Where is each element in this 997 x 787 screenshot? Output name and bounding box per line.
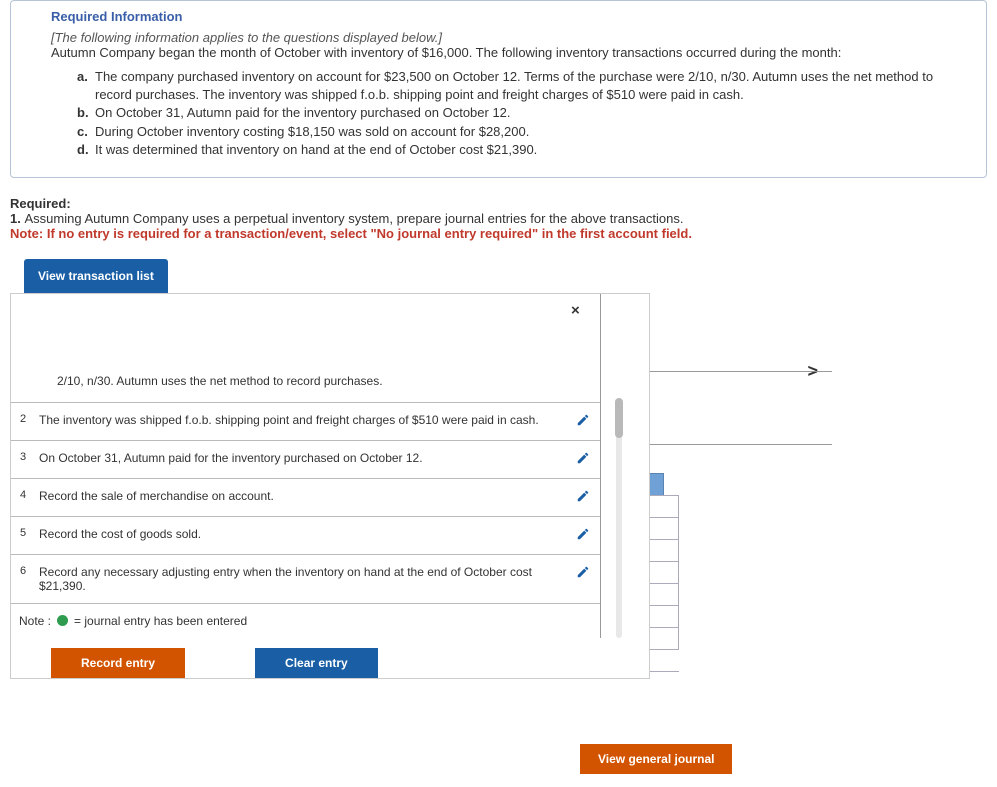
row-number: 2 bbox=[11, 403, 35, 440]
required-info-heading: Required Information bbox=[51, 9, 968, 24]
intro-plain: Autumn Company began the month of Octobe… bbox=[51, 45, 968, 60]
pencil-icon bbox=[576, 565, 590, 579]
row-text: Record any necessary adjusting entry whe… bbox=[35, 555, 566, 603]
list-item[interactable]: 4 Record the sale of merchandise on acco… bbox=[11, 478, 600, 516]
intro-italic: [The following information applies to th… bbox=[51, 30, 968, 45]
list-item[interactable]: 2/10, n/30. Autumn uses the net method t… bbox=[11, 294, 600, 402]
info-item-a: a.The company purchased inventory on acc… bbox=[77, 68, 968, 104]
info-item-b: b.On October 31, Autumn paid for the inv… bbox=[77, 104, 968, 122]
required-line: 1. Assuming Autumn Company uses a perpet… bbox=[10, 211, 987, 226]
required-block: Required: 1. Assuming Autumn Company use… bbox=[10, 196, 987, 241]
row-number: 5 bbox=[11, 517, 35, 554]
edit-button[interactable] bbox=[566, 403, 600, 440]
list-item[interactable]: 3 On October 31, Autumn paid for the inv… bbox=[11, 440, 600, 478]
edit-button[interactable] bbox=[566, 441, 600, 478]
row-text: Record the cost of goods sold. bbox=[35, 517, 566, 554]
note-text: = journal entry has been entered bbox=[74, 614, 247, 628]
pencil-icon bbox=[576, 451, 590, 465]
row-number: 3 bbox=[11, 441, 35, 478]
info-item-d: d.It was determined that inventory on ha… bbox=[77, 141, 968, 159]
row-text: On October 31, Autumn paid for the inven… bbox=[35, 441, 566, 478]
entered-dot-icon bbox=[57, 615, 68, 626]
record-entry-button[interactable]: Record entry bbox=[51, 648, 185, 678]
note-row: Note : = journal entry has been entered bbox=[11, 603, 600, 638]
required-note: Note: If no entry is required for a tran… bbox=[10, 226, 987, 241]
pencil-icon bbox=[576, 489, 590, 503]
info-box: Required Information [The following info… bbox=[10, 0, 987, 178]
note-label: Note : bbox=[19, 614, 51, 628]
row-text: Record the sale of merchandise on accoun… bbox=[35, 479, 566, 516]
required-label: Required: bbox=[10, 196, 987, 211]
row-number: 4 bbox=[11, 479, 35, 516]
clear-entry-button[interactable]: Clear entry bbox=[255, 648, 378, 678]
info-sublist: a.The company purchased inventory on acc… bbox=[77, 68, 968, 159]
view-general-journal-button[interactable]: View general journal bbox=[580, 744, 732, 774]
scrollbar-thumb[interactable] bbox=[615, 398, 623, 438]
info-item-c: c.During October inventory costing $18,1… bbox=[77, 123, 968, 141]
transaction-list-panel: × 2/10, n/30. Autumn uses the net method… bbox=[10, 293, 650, 679]
row-number: 6 bbox=[11, 555, 35, 603]
button-bar: Record entry Clear entry bbox=[11, 638, 649, 678]
edit-button[interactable] bbox=[566, 517, 600, 554]
edit-button[interactable] bbox=[566, 479, 600, 516]
row-text: The inventory was shipped f.o.b. shippin… bbox=[35, 403, 566, 440]
view-transaction-list-tab[interactable]: View transaction list bbox=[24, 259, 168, 293]
pencil-icon bbox=[576, 527, 590, 541]
close-icon[interactable]: × bbox=[571, 302, 580, 319]
pencil-icon bbox=[576, 413, 590, 427]
list-item[interactable]: 2 The inventory was shipped f.o.b. shipp… bbox=[11, 402, 600, 440]
edit-button[interactable] bbox=[566, 555, 600, 603]
transaction-list: 2/10, n/30. Autumn uses the net method t… bbox=[11, 294, 601, 638]
list-item[interactable]: 6 Record any necessary adjusting entry w… bbox=[11, 554, 600, 603]
row-text: 2/10, n/30. Autumn uses the net method t… bbox=[35, 334, 566, 402]
list-item[interactable]: 5 Record the cost of goods sold. bbox=[11, 516, 600, 554]
edit-button bbox=[566, 334, 600, 402]
